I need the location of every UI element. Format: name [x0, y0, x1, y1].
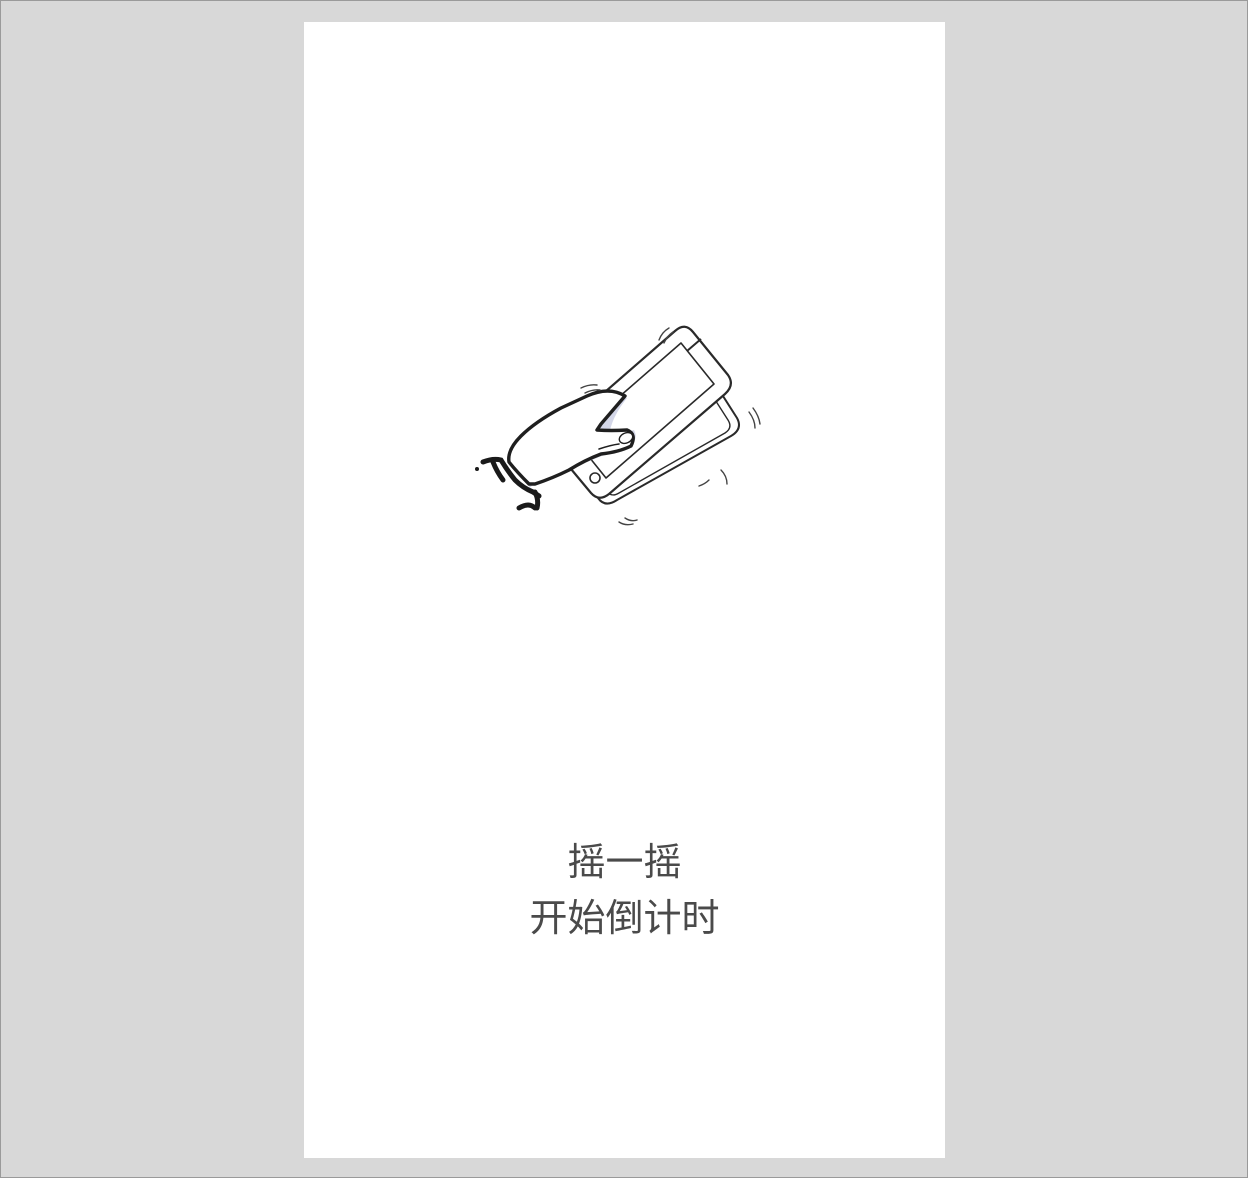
shake-caption: 摇一摇 开始倒计时 — [304, 834, 945, 946]
shake-screen[interactable]: 摇一摇 开始倒计时 — [304, 22, 945, 1158]
shake-phone-icon — [475, 325, 761, 526]
caption-line-countdown: 开始倒计时 — [529, 896, 720, 940]
artboard-background: 摇一摇 开始倒计时 — [0, 0, 1248, 1178]
caption-line-shake: 摇一摇 — [567, 840, 682, 884]
